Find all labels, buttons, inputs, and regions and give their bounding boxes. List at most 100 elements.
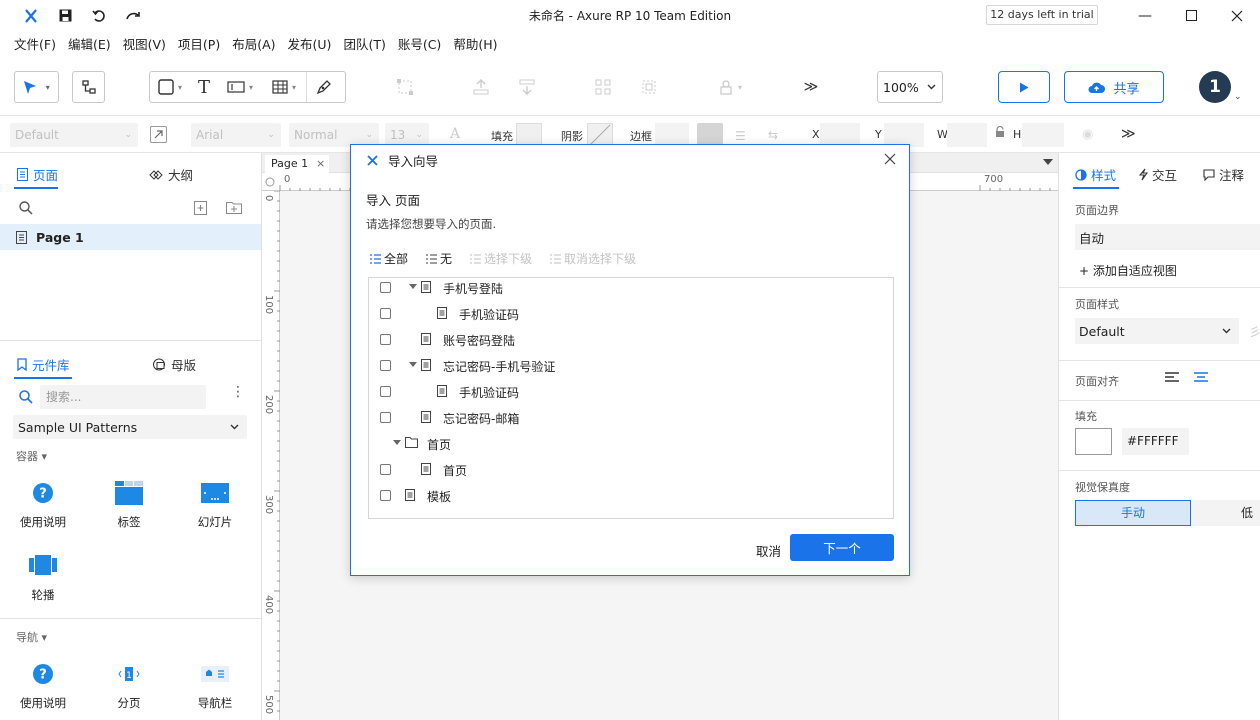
tree-row[interactable]: 忘记密码-手机号验证 (369, 353, 893, 379)
toolbar-more-button[interactable]: ≫ (798, 71, 824, 103)
minimize-button[interactable]: — (1122, 0, 1168, 31)
border-style-icon[interactable]: ☰ (735, 129, 746, 143)
select-tool-button[interactable]: ▾ (14, 71, 59, 103)
close-window-button[interactable] (1214, 0, 1260, 31)
row-checkbox[interactable] (380, 282, 391, 293)
tree-row[interactable]: 账号密码登陆 (369, 327, 893, 353)
font-color-icon[interactable]: A (450, 126, 460, 142)
widget-help-1[interactable]: ? 使用说明 (8, 479, 78, 530)
row-checkbox[interactable] (380, 334, 391, 345)
tree-row[interactable]: 忘记密码-邮箱 (369, 405, 893, 431)
widget-pagination[interactable]: 1 分页 (94, 660, 164, 711)
row-checkbox[interactable] (380, 308, 391, 319)
row-checkbox[interactable] (380, 412, 391, 423)
row-checkbox[interactable] (380, 464, 391, 475)
select-none-button[interactable]: 无 (426, 250, 452, 267)
expand-caret-icon[interactable] (393, 440, 401, 445)
menu-file[interactable]: 文件(F) (8, 34, 62, 53)
add-folder-icon[interactable] (226, 201, 242, 217)
search-icon[interactable] (19, 201, 33, 218)
pen-tool-icon[interactable] (306, 72, 340, 102)
send-back-icon[interactable] (512, 71, 542, 103)
next-button[interactable]: 下一个 (790, 534, 894, 561)
font-family-select[interactable]: Arial ⌄ (191, 123, 281, 147)
rectangle-tool-icon[interactable]: ▾ (150, 79, 190, 95)
tab-list-dropdown-icon[interactable] (1043, 159, 1053, 165)
connector-tool-button[interactable] (72, 71, 105, 103)
avatar-chevron-icon[interactable]: ⌄ (1234, 92, 1242, 102)
stylebar-more-button[interactable]: ≫ (1121, 126, 1136, 142)
lock-icon[interactable]: ▾ (708, 71, 752, 103)
fidelity-low-button[interactable]: 低 (1191, 500, 1260, 526)
fill-color-swatch[interactable] (1075, 428, 1112, 455)
arrow-style-icon[interactable]: ⇆ (768, 128, 778, 142)
widget-carousel[interactable]: 轮播 (8, 552, 78, 603)
menu-project[interactable]: 项目(P) (172, 34, 226, 53)
select-children-button[interactable]: 选择下级 (470, 250, 532, 267)
menu-arrange[interactable]: 布局(A) (226, 34, 281, 53)
maximize-button[interactable] (1168, 0, 1214, 31)
close-dialog-icon[interactable] (879, 149, 901, 171)
style-select[interactable]: Default ⌄ (10, 123, 138, 147)
library-options-icon[interactable]: ⋮ (231, 385, 245, 399)
menu-view[interactable]: 视图(V) (117, 34, 172, 53)
page-style-select[interactable]: Default (1075, 318, 1239, 344)
expand-caret-icon[interactable] (409, 284, 417, 289)
tree-row[interactable]: 模板 (369, 483, 893, 509)
tree-row-folder[interactable]: 首页 (369, 431, 893, 457)
tab-style[interactable]: 样式 (1075, 165, 1116, 184)
deselect-children-button[interactable]: 取消选择下级 (550, 250, 636, 267)
undo-icon[interactable] (82, 0, 116, 31)
fill-color-input[interactable]: #FFFFFF (1122, 428, 1189, 455)
tab-masters[interactable]: 母版 (152, 355, 196, 374)
menu-help[interactable]: 帮助(H) (447, 34, 503, 53)
select-all-button[interactable]: 全部 (370, 250, 408, 267)
tree-row[interactable]: 手机号登陆 (369, 278, 893, 301)
row-checkbox[interactable] (380, 360, 391, 371)
lock-ratio-icon[interactable] (995, 125, 1005, 141)
canvas-tab-page1[interactable]: Page 1 × (265, 155, 329, 173)
menu-team[interactable]: 团队(T) (337, 34, 391, 53)
share-button[interactable]: 共享 (1064, 71, 1164, 103)
tab-pages[interactable]: 页面 (17, 165, 58, 184)
align-center-icon[interactable] (1194, 372, 1208, 387)
section-containers[interactable]: 容器 ▾ (16, 448, 47, 464)
page-item-page1[interactable]: Page 1 (0, 224, 261, 250)
text-tool-icon[interactable]: T (190, 77, 218, 98)
library-select[interactable]: Sample UI Patterns (13, 415, 247, 439)
row-checkbox[interactable] (380, 490, 391, 501)
visibility-icon[interactable]: ◉ (1082, 127, 1093, 142)
page-style-manage-icon[interactable]: 彡 (1249, 323, 1260, 340)
h-input[interactable] (1022, 123, 1064, 147)
add-adaptive-view-link[interactable]: + 添加自适应视图 (1079, 262, 1177, 279)
close-tab-icon[interactable]: × (316, 155, 325, 173)
tree-row[interactable]: 手机验证码 (369, 379, 893, 405)
tab-outline[interactable]: 大纲 (149, 165, 193, 184)
cancel-button[interactable]: 取消 (756, 541, 781, 560)
fidelity-manual-button[interactable]: 手动 (1075, 500, 1191, 526)
tab-notes[interactable]: 注释 (1203, 165, 1244, 184)
table-tool-icon[interactable]: ▾ (262, 80, 306, 94)
distribute-icon[interactable] (634, 71, 664, 103)
library-search-input[interactable]: 搜索... (40, 385, 206, 409)
menu-publish[interactable]: 发布(U) (282, 34, 338, 53)
style-edit-icon[interactable] (150, 126, 167, 143)
library-search-icon[interactable] (19, 390, 33, 407)
tab-libraries[interactable]: 元件库 (17, 355, 70, 374)
tree-row[interactable]: 首页 (369, 457, 893, 483)
zoom-select[interactable]: 100% (877, 71, 943, 103)
align-icon[interactable] (588, 71, 618, 103)
trial-badge[interactable]: 12 days left in trial (986, 5, 1098, 25)
save-icon[interactable] (48, 0, 82, 31)
expand-caret-icon[interactable] (409, 362, 417, 367)
align-left-icon[interactable] (1165, 372, 1179, 387)
section-navigation[interactable]: 导航 ▾ (16, 629, 47, 645)
user-avatar[interactable]: 1 (1199, 71, 1231, 103)
tab-interactions[interactable]: 交互 (1139, 165, 1177, 184)
row-checkbox[interactable] (380, 386, 391, 397)
widget-slides[interactable]: 幻灯片 (180, 479, 250, 530)
group-icon[interactable] (390, 71, 420, 103)
redo-icon[interactable] (116, 0, 150, 31)
widget-tabs[interactable]: 标签 (94, 479, 164, 530)
widget-navbar[interactable]: 导航栏 (180, 660, 250, 711)
